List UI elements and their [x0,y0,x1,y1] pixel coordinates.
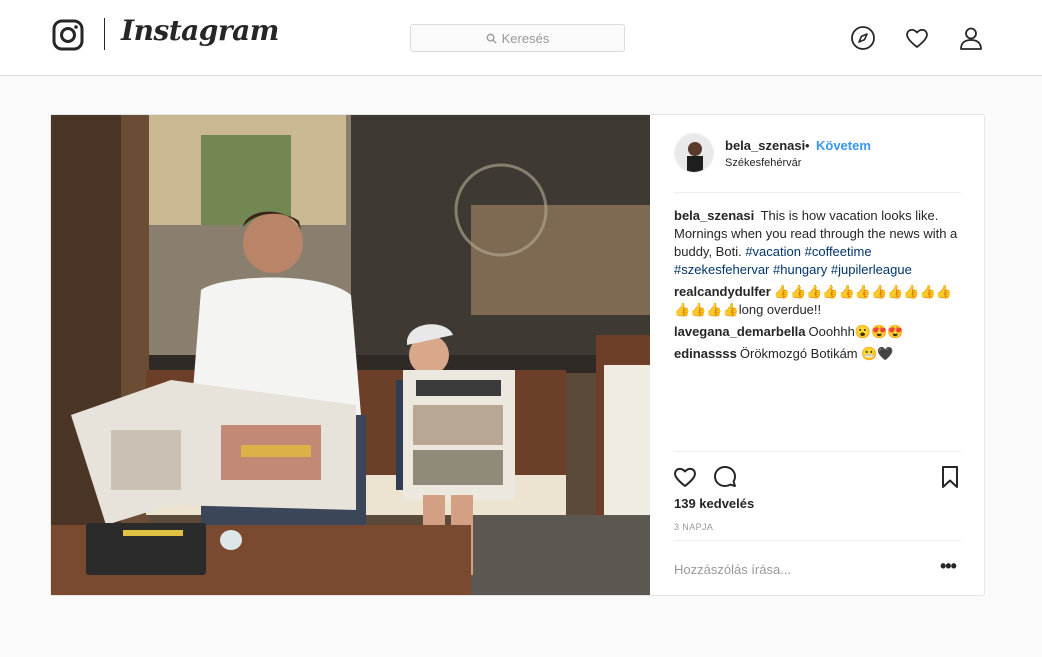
avatar-image [675,134,713,172]
comments-list: bela_szenasi This is how vacation looks … [674,207,964,367]
author-avatar[interactable] [674,133,714,173]
hashtag-link[interactable]: #vacation [745,244,801,259]
caption-username[interactable]: bela_szenasi [674,208,754,223]
hashtag-link[interactable]: #jupilerleague [831,262,912,277]
more-options-button[interactable]: ••• [940,556,957,577]
add-comment-section: ••• [674,540,961,596]
instagram-logo-icon[interactable] [52,19,84,51]
comment-username[interactable]: edinassss [674,346,737,361]
hashtag-link[interactable]: #hungary [773,262,827,277]
explore-compass-icon[interactable] [850,25,876,51]
logo-divider [104,18,105,50]
caption: bela_szenasi This is how vacation looks … [674,207,964,279]
like-heart-icon[interactable] [672,464,698,490]
search-icon [486,33,497,44]
follow-button[interactable]: Követem [816,138,871,153]
comment-item: realcandydulfer 👍👍👍👍👍👍👍👍👍👍👍👍👍👍👍long overd… [674,283,964,319]
post-card: bela_szenasi • Követem Székesfehérvár be… [50,114,985,596]
comment-input[interactable] [674,553,924,585]
comment-username[interactable]: lavegana_demarbella [674,324,806,339]
instagram-wordmark[interactable]: Instagram [121,14,279,47]
header-separator: • [805,138,810,153]
post-timestamp[interactable]: 3 NAPJA [674,522,713,532]
hashtag-link[interactable]: #szekesfehervar [674,262,769,277]
comment-username[interactable]: realcandydulfer [674,284,771,299]
hashtag-link[interactable]: #coffeetime [805,244,872,259]
author-username[interactable]: bela_szenasi [725,138,805,153]
top-navigation-bar: Instagram Keresés [0,0,1042,76]
post-side-panel: bela_szenasi • Követem Székesfehérvár be… [650,115,984,595]
comment-bubble-icon[interactable] [712,464,738,490]
comment-item: edinassss Örökmozgó Botikám 😬🖤 [674,345,964,363]
save-bookmark-icon[interactable] [937,464,963,490]
profile-icon[interactable] [958,25,984,51]
comment-item: lavegana_demarbella Ooohhh😮😍😍 [674,323,964,341]
post-photo[interactable] [51,115,650,595]
post-header: bela_szenasi • Követem Székesfehérvár [674,133,961,193]
search-placeholder: Keresés [501,30,550,46]
location-link[interactable]: Székesfehérvár [725,157,801,169]
search-box[interactable]: Keresés [410,24,625,52]
comment-text: Ooohhh😮😍😍 [808,324,904,339]
likes-count[interactable]: 139 kedvelés [674,496,754,511]
comment-text: Örökmozgó Botikám 😬🖤 [739,346,894,361]
cafe-scene-illustration [51,115,650,595]
post-actions [674,451,961,499]
activity-heart-icon[interactable] [904,25,930,51]
